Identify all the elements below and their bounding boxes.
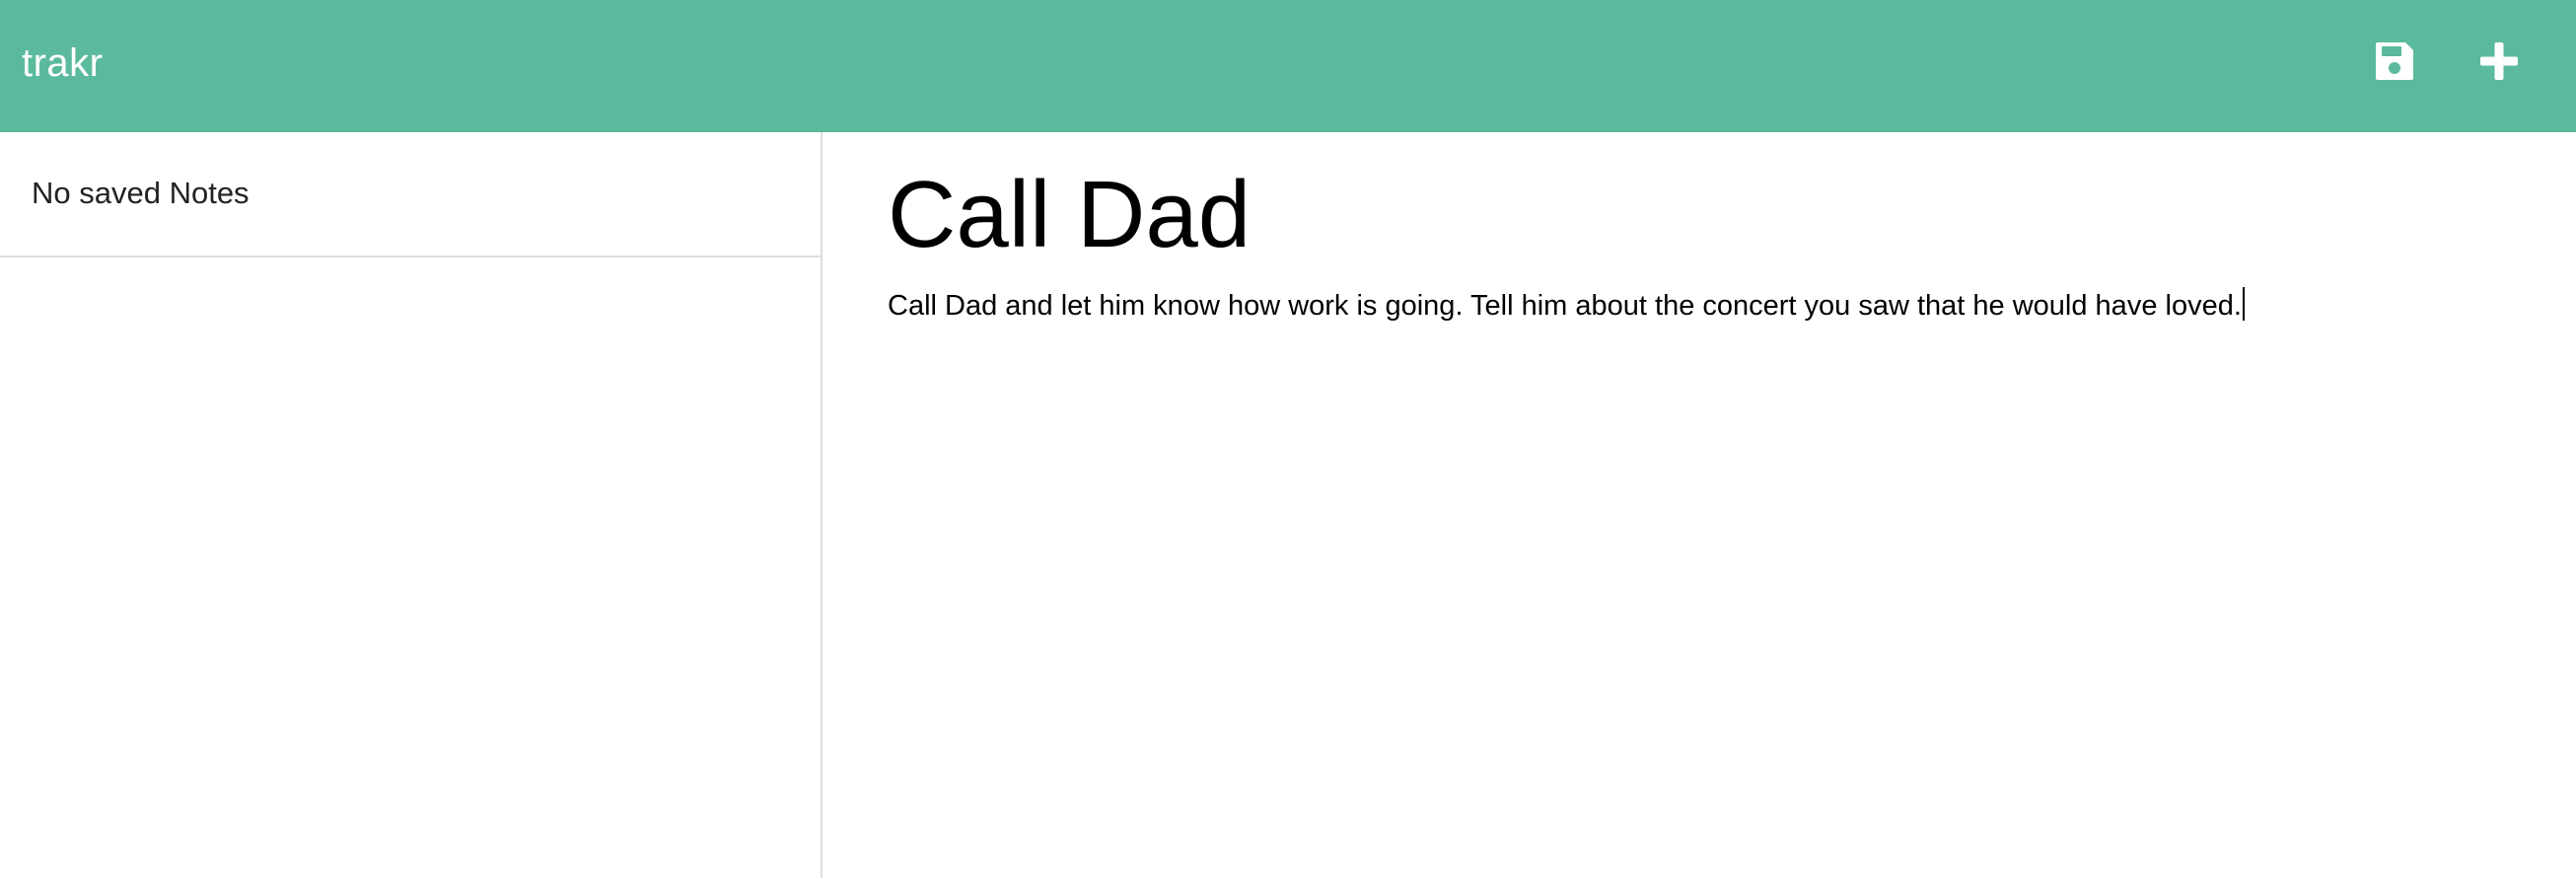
- empty-notes-label: No saved Notes: [32, 176, 250, 210]
- text-cursor: [2242, 287, 2245, 321]
- note-body-text: Call Dad and let him know how work is go…: [888, 290, 2242, 322]
- note-editor: Call Dad Call Dad and let him know how w…: [824, 132, 2576, 878]
- notes-list: No saved Notes: [0, 132, 821, 257]
- plus-icon: [2480, 42, 2518, 80]
- note-title-input[interactable]: Call Dad: [888, 156, 2466, 274]
- save-note-button[interactable]: [2367, 34, 2422, 89]
- floppy-disk-icon: [2376, 42, 2413, 80]
- note-body-textarea[interactable]: Call Dad and let him know how work is go…: [888, 286, 2544, 326]
- notes-sidebar: No saved Notes: [0, 132, 823, 878]
- new-note-button[interactable]: [2471, 34, 2527, 89]
- list-item-empty-state: No saved Notes: [0, 132, 821, 257]
- navbar: trakr: [0, 0, 2576, 132]
- brand-logo[interactable]: trakr: [22, 36, 104, 91]
